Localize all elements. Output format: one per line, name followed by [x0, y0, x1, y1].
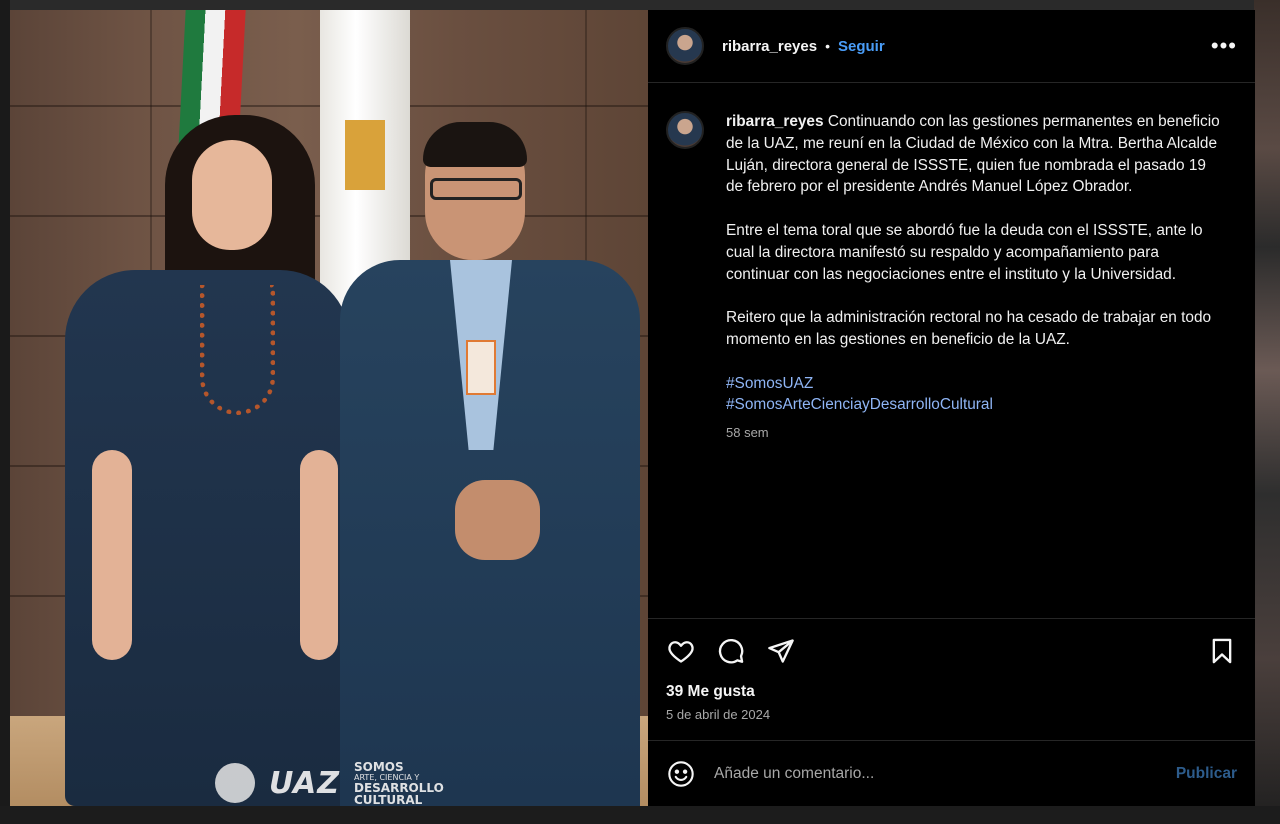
more-options-icon[interactable]: ••• [1211, 33, 1237, 59]
publish-button[interactable]: Publicar [1176, 765, 1237, 783]
woman-face [192, 140, 272, 250]
likes-block: 39 Me gusta 5 de abril de 2024 [648, 683, 1255, 741]
woman-arm [300, 450, 338, 660]
hashtag-link[interactable]: #SomosArteCienciayDesarrolloCultural [726, 394, 1226, 416]
photo-logos: UAZ SOMOS ARTE, CIENCIA Y DESARROLLO CUL… [215, 760, 444, 806]
action-bar [648, 619, 1255, 683]
post-photo[interactable]: UAZ SOMOS ARTE, CIENCIA Y DESARROLLO CUL… [10, 10, 648, 806]
backdrop-right [1254, 0, 1280, 824]
comment-bar: Publicar [648, 741, 1255, 806]
post-side-panel: ribarra_reyes • Seguir ••• ribarra_reyes… [648, 10, 1255, 806]
follow-button[interactable]: Seguir [838, 38, 885, 55]
man-hands [455, 480, 540, 560]
share-icon[interactable] [766, 636, 796, 666]
emoji-icon[interactable] [666, 759, 696, 789]
necklace [200, 285, 275, 415]
comment-icon[interactable] [716, 636, 746, 666]
post-header: ribarra_reyes • Seguir ••• [648, 10, 1255, 83]
woman-arm [92, 450, 132, 660]
backdrop-top [0, 0, 1280, 10]
author-avatar[interactable] [666, 27, 704, 65]
backdrop-bottom [0, 806, 1280, 824]
somos-logo-line: DESARROLLO [353, 780, 444, 795]
caption-area: ribarra_reyes Continuando con las gestio… [648, 83, 1255, 619]
post-modal: UAZ SOMOS ARTE, CIENCIA Y DESARROLLO CUL… [10, 10, 1255, 806]
post-caption: ribarra_reyes Continuando con las gestio… [726, 111, 1226, 618]
hashtag-link[interactable]: #SomosUAZ [726, 373, 1226, 395]
caption-username[interactable]: ribarra_reyes [726, 113, 824, 130]
somos-logo-title: SOMOS [353, 759, 404, 774]
hashtag-list: #SomosUAZ #SomosArteCienciayDesarrolloCu… [726, 373, 1226, 417]
lanyard-badge [466, 340, 496, 395]
uaz-seal-logo [215, 763, 255, 803]
bookmark-icon[interactable] [1207, 636, 1237, 666]
caption-age: 58 sem [726, 425, 769, 441]
post-date[interactable]: 5 de abril de 2024 [648, 701, 1255, 722]
uaz-logo: UAZ [269, 765, 340, 801]
comment-input[interactable] [714, 764, 1134, 783]
author-username[interactable]: ribarra_reyes [722, 38, 817, 55]
caption-avatar[interactable] [666, 111, 704, 149]
caption-paragraph: Reitero que la administración rectoral n… [726, 309, 1212, 348]
somos-logo: SOMOS ARTE, CIENCIA Y DESARROLLO CULTURA… [354, 761, 444, 806]
like-count[interactable]: 39 Me gusta [648, 683, 1255, 701]
backdrop-left [0, 0, 10, 824]
heart-icon[interactable] [666, 636, 696, 666]
man-hair [423, 122, 527, 167]
somos-logo-line: CULTURAL [353, 792, 423, 806]
flag-fringe [345, 120, 385, 190]
caption-paragraph: Entre el tema toral que se abordó fue la… [726, 221, 1203, 283]
separator-dot: • [825, 38, 830, 54]
man-glasses [430, 178, 522, 200]
caption-paragraph: ribarra_reyes Continuando con las gestio… [726, 111, 1226, 198]
